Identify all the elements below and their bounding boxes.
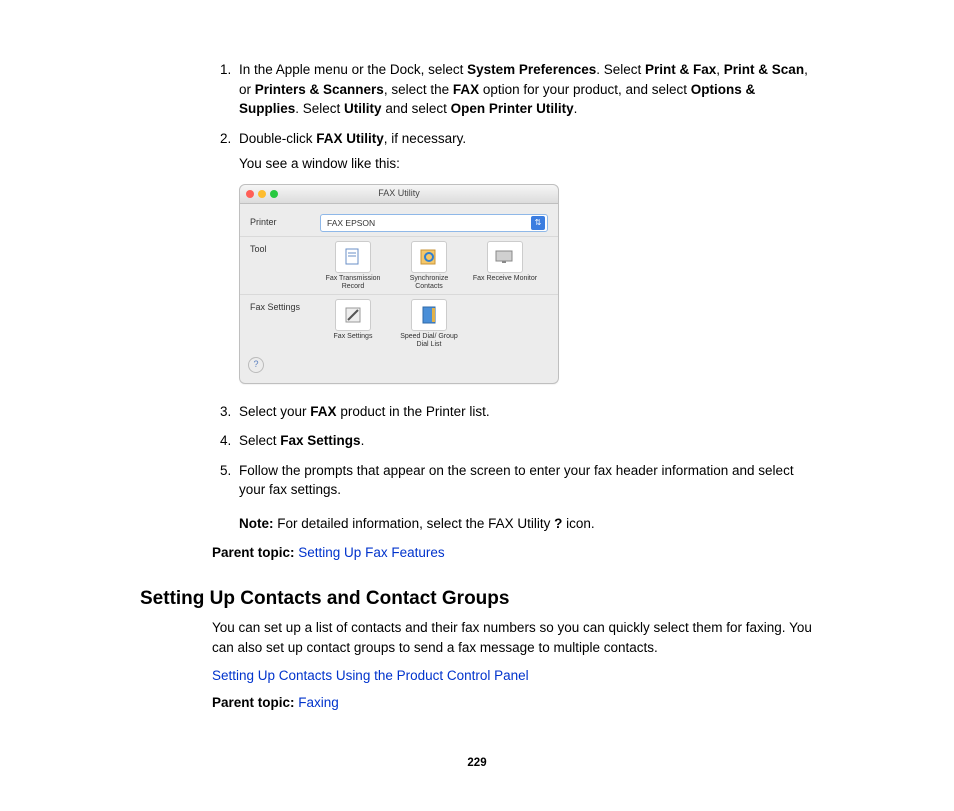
- window-titlebar: FAX Utility: [240, 185, 558, 204]
- fax-utility-window: FAX Utility Printer FAX EPSON ⇅ Tool: [239, 184, 559, 384]
- settings-label: Fax Settings: [250, 299, 320, 314]
- step-4: Select Fax Settings.: [235, 431, 814, 451]
- help-icon[interactable]: ?: [248, 357, 264, 373]
- tile-fax-settings[interactable]: Fax Settings: [320, 299, 386, 348]
- step-5: Follow the prompts that appear on the sc…: [235, 461, 814, 534]
- section-heading: Setting Up Contacts and Contact Groups: [140, 585, 814, 613]
- page-number: 229: [140, 755, 814, 772]
- note: Note: For detailed information, select t…: [239, 514, 814, 534]
- parent-link-faxing[interactable]: Faxing: [298, 695, 339, 710]
- monitor-icon: [487, 241, 523, 273]
- document-icon: [335, 241, 371, 273]
- step-2: Double-click FAX Utility, if necessary. …: [235, 129, 814, 384]
- step-1: In the Apple menu or the Dock, select Sy…: [235, 60, 814, 119]
- tool-label: Tool: [250, 241, 320, 256]
- tile-fax-receive[interactable]: Fax Receive Monitor: [472, 241, 538, 290]
- window-title: FAX Utility: [240, 187, 558, 200]
- printer-label: Printer: [250, 214, 320, 229]
- chevron-updown-icon: ⇅: [531, 216, 545, 230]
- book-icon: [411, 299, 447, 331]
- parent-topic-2: Parent topic: Faxing: [212, 693, 814, 713]
- printer-value: FAX EPSON: [327, 217, 375, 229]
- settings-icon: [335, 299, 371, 331]
- printer-dropdown[interactable]: FAX EPSON ⇅: [320, 214, 548, 232]
- tile-sync-contacts[interactable]: Synchronize Contacts: [396, 241, 462, 290]
- tile-speed-dial[interactable]: Speed Dial/ Group Dial List: [396, 299, 462, 348]
- step-list: In the Apple menu or the Dock, select Sy…: [140, 60, 814, 533]
- parent-topic-1: Parent topic: Setting Up Fax Features: [212, 543, 814, 563]
- sync-icon: [411, 241, 447, 273]
- section-para: You can set up a list of contacts and th…: [212, 618, 814, 657]
- step-2-sub: You see a window like this:: [239, 154, 814, 174]
- tile-fax-transmission[interactable]: Fax Transmission Record: [320, 241, 386, 290]
- step-3: Select your FAX product in the Printer l…: [235, 402, 814, 422]
- link-setup-contacts[interactable]: Setting Up Contacts Using the Product Co…: [212, 668, 529, 683]
- parent-link-fax-features[interactable]: Setting Up Fax Features: [298, 545, 444, 560]
